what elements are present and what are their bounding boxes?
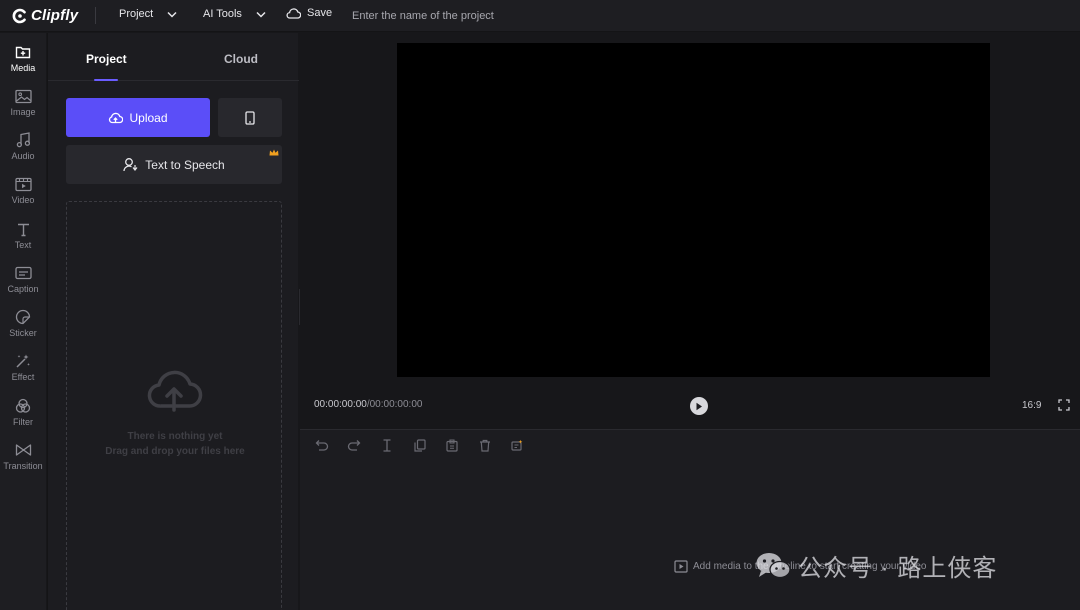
sidebar-item-sticker[interactable]: Sticker bbox=[0, 298, 46, 342]
active-tab-indicator bbox=[94, 79, 118, 81]
sidebar-item-label: Text bbox=[14, 240, 32, 250]
dropzone-empty-text: There is nothing yet bbox=[127, 431, 223, 442]
chevron-down-icon bbox=[256, 11, 266, 18]
cloud-upload-icon bbox=[147, 370, 203, 412]
sidebar-item-label: Video bbox=[11, 195, 35, 205]
transition-icon bbox=[14, 441, 32, 459]
sidebar-item-label: Sticker bbox=[9, 328, 37, 338]
image-icon bbox=[14, 87, 32, 105]
fullscreen-icon[interactable] bbox=[1058, 399, 1070, 411]
dropzone-hint-text: Drag and drop your files here bbox=[105, 446, 245, 457]
project-menu-label: Project bbox=[119, 8, 154, 20]
video-icon bbox=[14, 175, 32, 193]
media-panel: Project Cloud Upload Text to Speech Ther… bbox=[47, 33, 299, 610]
sidebar-item-label: Audio bbox=[11, 151, 35, 161]
total-time: 00:00:00:00 bbox=[369, 399, 423, 410]
ai-tool-icon[interactable] bbox=[510, 437, 526, 453]
upload-label: Upload bbox=[129, 110, 168, 125]
speaker-voice-icon bbox=[123, 158, 138, 172]
tab-project[interactable]: Project bbox=[86, 52, 127, 66]
save-button[interactable]: Save bbox=[286, 7, 332, 19]
sidebar-item-label: Effect bbox=[11, 372, 35, 382]
upload-button[interactable]: Upload bbox=[66, 98, 210, 137]
topbar-divider bbox=[95, 7, 96, 24]
play-button[interactable] bbox=[690, 397, 708, 415]
sidebar-item-label: Image bbox=[10, 107, 36, 117]
sidebar-item-label: Transition bbox=[3, 461, 43, 471]
upload-from-phone-button[interactable] bbox=[218, 98, 282, 137]
text-to-speech-button[interactable]: Text to Speech bbox=[66, 145, 282, 184]
split-icon[interactable] bbox=[379, 437, 395, 453]
sidebar-item-transition[interactable]: Transition bbox=[0, 431, 46, 475]
tool-sidebar: Media Image Audio Video Text Caption Sti… bbox=[0, 33, 46, 610]
sidebar-item-text[interactable]: Text bbox=[0, 210, 46, 254]
top-bar: Clipfly Project AI Tools Save bbox=[0, 0, 1080, 32]
media-add-icon bbox=[14, 43, 32, 61]
sidebar-item-image[interactable]: Image bbox=[0, 77, 46, 121]
sidebar-item-audio[interactable]: Audio bbox=[0, 121, 46, 165]
project-menu[interactable]: Project bbox=[119, 8, 177, 20]
add-media-icon bbox=[674, 560, 688, 573]
panel-tabs: Project Cloud bbox=[48, 33, 299, 81]
preview-area: 00:00:00:00/00:00:00:00 16:9 bbox=[300, 33, 1080, 428]
filter-icon bbox=[14, 397, 32, 415]
undo-icon[interactable] bbox=[314, 437, 330, 453]
phone-icon bbox=[245, 110, 255, 125]
wechat-watermark: 公众号 · 路上侠客 bbox=[754, 548, 997, 583]
chevron-down-icon bbox=[167, 11, 177, 18]
timeline-panel: Add media to the timeline to start creat… bbox=[300, 429, 1080, 610]
playback-timecode: 00:00:00:00/00:00:00:00 bbox=[314, 399, 422, 410]
clipfly-logo-icon bbox=[12, 8, 26, 23]
sticker-icon bbox=[14, 308, 32, 326]
app-logo[interactable]: Clipfly bbox=[12, 7, 78, 24]
delete-icon[interactable] bbox=[477, 437, 493, 453]
ai-tools-menu-label: AI Tools bbox=[203, 8, 242, 20]
wechat-icon bbox=[756, 552, 791, 578]
sidebar-item-label: Filter bbox=[13, 417, 33, 427]
save-label: Save bbox=[307, 7, 333, 19]
watermark-text: 公众号 · 路上侠客 bbox=[798, 555, 998, 582]
file-dropzone[interactable]: There is nothing yet Drag and drop your … bbox=[66, 201, 282, 610]
duplicate-icon[interactable] bbox=[412, 437, 428, 453]
sidebar-item-video[interactable]: Video bbox=[0, 165, 46, 209]
video-canvas[interactable] bbox=[397, 43, 990, 377]
sidebar-item-label: Media bbox=[10, 63, 36, 73]
tab-cloud[interactable]: Cloud bbox=[224, 52, 258, 66]
play-icon bbox=[696, 402, 702, 410]
cloud-upload-icon bbox=[109, 112, 124, 123]
copy-icon[interactable] bbox=[444, 437, 460, 453]
project-name-input[interactable] bbox=[352, 7, 652, 25]
music-note-icon bbox=[14, 131, 32, 149]
sidebar-item-filter[interactable]: Filter bbox=[0, 387, 46, 431]
ai-tools-menu[interactable]: AI Tools bbox=[203, 8, 266, 20]
tts-label: Text to Speech bbox=[145, 157, 225, 172]
sidebar-item-label: Caption bbox=[7, 284, 39, 294]
current-time: 00:00:00:00 bbox=[314, 399, 367, 410]
sidebar-item-caption[interactable]: Caption bbox=[0, 254, 46, 298]
magic-wand-icon bbox=[14, 352, 32, 370]
app-name: Clipfly bbox=[31, 7, 79, 24]
crown-icon bbox=[269, 149, 279, 156]
sidebar-item-effect[interactable]: Effect bbox=[0, 342, 46, 386]
text-icon bbox=[14, 220, 32, 238]
cloud-icon bbox=[286, 7, 301, 19]
aspect-ratio-selector[interactable]: 16:9 bbox=[1022, 400, 1041, 411]
sidebar-item-media[interactable]: Media bbox=[0, 33, 46, 77]
caption-icon bbox=[14, 264, 32, 282]
redo-icon[interactable] bbox=[346, 437, 362, 453]
